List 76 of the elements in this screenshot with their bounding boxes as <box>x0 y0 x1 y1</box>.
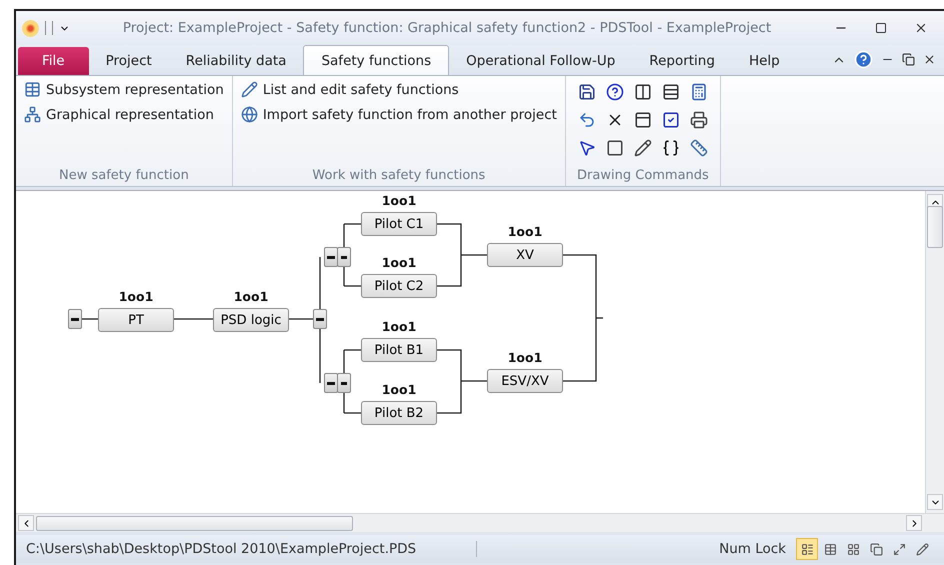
connector-line <box>289 318 313 320</box>
close-icon[interactable] <box>923 53 936 66</box>
ribbon-tab[interactable]: Help <box>732 47 797 75</box>
pen-icon[interactable] <box>634 139 652 157</box>
voting-label: 1oo1 <box>232 289 270 304</box>
connector-line <box>174 318 213 320</box>
collapse-toggle[interactable] <box>324 247 338 267</box>
close-icon[interactable] <box>914 21 928 35</box>
collapse-toggle[interactable] <box>324 373 338 393</box>
connector-line <box>82 318 98 320</box>
view-button[interactable] <box>796 538 818 560</box>
grid-icon <box>846 542 860 556</box>
list-icon <box>800 542 814 556</box>
scroll-thumb[interactable] <box>927 206 943 248</box>
checkbox-icon[interactable] <box>662 111 680 129</box>
table-icon <box>24 81 41 98</box>
group-label: Drawing Commands <box>576 168 710 185</box>
tree-icon <box>24 106 41 123</box>
diagram-node[interactable]: PSD logic <box>213 308 289 332</box>
maximize-icon[interactable] <box>875 22 887 34</box>
diagram-node[interactable]: PT <box>98 308 174 332</box>
voting-label: 1oo1 <box>380 382 418 397</box>
voting-label: 1oo1 <box>380 255 418 270</box>
ribbon-tab[interactable]: Safety functions <box>303 45 450 75</box>
file-tab[interactable]: File <box>18 47 89 75</box>
globe-icon <box>240 106 258 123</box>
collapse-toggle[interactable] <box>313 309 327 329</box>
file-path: C:\Users\shab\Desktop\PDStool 2010\ExampleProject.PDS <box>16 541 477 557</box>
ribbon-tab[interactable]: Operational Follow-Up <box>449 47 632 75</box>
ribbon-tab[interactable]: Reporting <box>632 47 732 75</box>
ribbon-button[interactable]: Subsystem representation <box>22 80 226 99</box>
undo-icon[interactable] <box>578 111 596 129</box>
copy-icon <box>870 542 882 556</box>
columns-icon[interactable] <box>634 83 652 101</box>
braces-icon[interactable] <box>662 139 680 157</box>
diagram-node[interactable]: Pilot B1 <box>361 338 437 362</box>
group-label: Work with safety functions <box>311 168 486 185</box>
diagram-node[interactable]: XV <box>487 243 563 267</box>
panel-icon[interactable] <box>634 111 652 129</box>
diagram-node[interactable]: Pilot C2 <box>361 274 437 298</box>
scroll-thumb[interactable] <box>36 516 353 530</box>
table-icon <box>824 542 836 556</box>
restore-icon[interactable] <box>902 53 915 66</box>
rectangle-icon[interactable] <box>606 139 624 157</box>
pencil-icon <box>916 542 928 556</box>
diagram-node[interactable]: ESV/XV <box>487 369 563 393</box>
diagram-node[interactable]: Pilot B2 <box>361 401 437 425</box>
help-icon[interactable] <box>606 83 624 101</box>
voting-label: 1oo1 <box>506 224 544 239</box>
ribbon-tab[interactable]: Reliability data <box>168 47 304 75</box>
ruler-icon[interactable] <box>690 139 708 157</box>
voting-label: 1oo1 <box>380 319 418 334</box>
collapse-toggle[interactable] <box>337 373 351 393</box>
voting-label: 1oo1 <box>506 350 544 365</box>
diagram-node[interactable]: Pilot C1 <box>361 212 437 236</box>
vertical-scrollbar[interactable] <box>925 191 944 513</box>
horizontal-scrollbar[interactable] <box>16 513 944 532</box>
pointer-icon[interactable] <box>578 139 596 157</box>
expand-icon <box>892 542 906 556</box>
num-lock-indicator: Num Lock <box>719 541 787 557</box>
rows-icon[interactable] <box>662 83 680 101</box>
collapse-toggle[interactable] <box>68 309 82 329</box>
window-title: Project: ExampleProject - Safety function: Graphical safety function2 - PDSTool - ExampleProject <box>122 20 772 36</box>
app-icon[interactable] <box>22 20 39 36</box>
collapse-toggle[interactable] <box>337 247 351 267</box>
ribbon-tab[interactable]: Project <box>88 47 169 75</box>
voting-label: 1oo1 <box>118 289 154 304</box>
ribbon-button[interactable]: Graphical representation <box>22 105 226 124</box>
calculator-icon[interactable] <box>690 83 708 101</box>
printer-icon[interactable] <box>690 111 708 129</box>
voting-label: 1oo1 <box>380 193 418 208</box>
group-label: New safety function <box>58 168 190 185</box>
save-icon[interactable] <box>578 83 596 101</box>
ribbon-button[interactable]: Import safety function from another project <box>238 105 559 124</box>
pencil-icon <box>240 81 258 98</box>
ribbon-button[interactable]: List and edit safety functions <box>238 80 559 99</box>
